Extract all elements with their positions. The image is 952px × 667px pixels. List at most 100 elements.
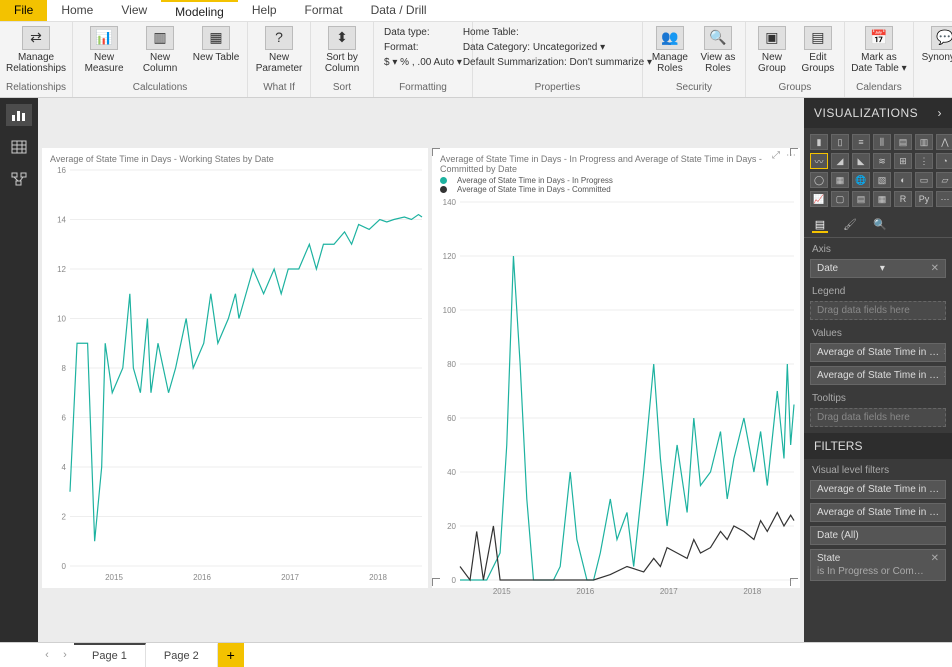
remove-icon[interactable]: ✕ [943,370,946,381]
viz-area-icon[interactable]: ◢ [831,153,849,169]
new-table-button[interactable]: ▦New Table [191,24,241,63]
chart-in-progress-committed[interactable]: ⤢ ⋯ Average of State Time in Days - In P… [432,148,800,588]
view-as-roles-button[interactable]: 🔍View as Roles [697,24,739,74]
svg-text:140: 140 [443,198,457,207]
menu-tab-view[interactable]: View [107,0,161,21]
viz-donut-icon[interactable]: ◯ [810,172,828,188]
page-tab-2[interactable]: Page 2 [146,643,218,667]
group-label-security: Security [676,80,712,95]
focus-mode-icon[interactable]: ⤢ [772,150,780,161]
data-category-dropdown[interactable]: Data Category: Uncategorized ▾ [459,41,656,54]
value-field-2[interactable]: Average of State Time in …✕ [810,366,946,385]
viz-multi-card-icon[interactable]: ▱ [936,172,952,188]
legend-well[interactable]: Drag data fields here [810,301,946,320]
menu-tab-file[interactable]: File [0,0,47,21]
remove-icon[interactable]: ✕ [931,553,939,564]
menu-tab-format[interactable]: Format [291,0,357,21]
filter-2[interactable]: Average of State Time in … [810,503,946,522]
viz-card-icon[interactable]: ▭ [915,172,933,188]
viz-clustered-column-icon[interactable]: ⫼ [873,134,891,150]
chart-working-states[interactable]: Average of State Time in Days - Working … [42,148,428,588]
viz-slicer-icon[interactable]: ▢ [831,191,849,207]
viz-map-icon[interactable]: 🌐 [852,172,870,188]
svg-text:2017: 2017 [660,587,678,596]
model-icon [11,172,27,186]
filter-state[interactable]: State✕ is In Progress or Com… [810,549,946,581]
new-parameter-button[interactable]: ?New Parameter [254,24,304,74]
new-column-button[interactable]: ▥New Column [135,24,185,74]
default-summarization-dropdown[interactable]: Default Summarization: Don't summarize ▾ [459,56,656,69]
new-group-button[interactable]: ▣New Group [752,24,792,74]
new-group-label: New Group [752,52,792,74]
remove-icon[interactable]: ✕ [943,347,946,358]
chevron-down-icon[interactable]: ▾ [880,263,885,274]
page-next-button[interactable]: › [56,643,74,667]
selection-handle[interactable] [790,148,800,158]
menu-tab-home[interactable]: Home [47,0,107,21]
viz-treemap-icon[interactable]: ▦ [831,172,849,188]
edit-groups-button[interactable]: ▤Edit Groups [798,24,838,74]
selection-handle[interactable] [432,148,442,158]
viz-100-bar-icon[interactable]: ▤ [894,134,912,150]
viz-ribbon-icon[interactable]: ≋ [873,153,891,169]
viz-gauge-icon[interactable]: ◐ [894,172,912,188]
home-table-dropdown[interactable]: Home Table: [459,26,656,39]
selection-handle[interactable] [432,578,442,588]
value-field-1[interactable]: Average of State Time in …✕ [810,343,946,362]
report-canvas[interactable]: Average of State Time in Days - Working … [38,98,804,642]
viz-scatter-icon[interactable]: ⋮ [915,153,933,169]
visualizations-header[interactable]: VISUALIZATIONS › [804,98,952,128]
axis-field-date[interactable]: Date▾✕ [810,259,946,278]
tooltips-well[interactable]: Drag data fields here [810,408,946,427]
menu-tab-modeling[interactable]: Modeling [161,0,238,21]
model-view-button[interactable] [6,168,32,190]
data-view-button[interactable] [6,136,32,158]
add-page-button[interactable]: + [218,643,244,667]
synonyms-button[interactable]: 💬Synonyms [920,24,952,63]
analytics-tab[interactable]: 🔍 [872,217,888,233]
filters-header[interactable]: FILTERS [804,433,952,459]
menu-tab-help[interactable]: Help [238,0,291,21]
svg-text:2016: 2016 [193,573,211,582]
filter-2-label: Average of State Time in … [817,507,939,518]
viz-r-icon[interactable]: R [894,191,912,207]
format-dropdown[interactable]: Format: [380,41,466,54]
filter-1[interactable]: Average of State Time in … [810,480,946,499]
chart2-title: Average of State Time in Days - In Progr… [432,148,800,176]
menu-tabs: File Home View Modeling Help Format Data… [0,0,952,22]
page-prev-button[interactable]: ‹ [38,643,56,667]
viz-kpi-icon[interactable]: 📈 [810,191,828,207]
page-tab-1[interactable]: Page 1 [74,643,146,667]
viz-matrix-icon[interactable]: ▦ [873,191,891,207]
viz-line-combo-icon[interactable]: ⋀ [936,134,952,150]
new-measure-button[interactable]: 📊New Measure [79,24,129,74]
group-label-relationships: Relationships [6,80,66,95]
chevron-right-icon[interactable]: › [938,106,943,120]
manage-relationships-button[interactable]: ⇄Manage Relationships [11,24,61,74]
format-tab[interactable]: 🖌 [842,217,858,233]
menu-tab-datadrill[interactable]: Data / Drill [357,0,441,21]
viz-table-viz-icon[interactable]: ▤ [852,191,870,207]
format-options-row[interactable]: $ ▾ % , .00 Auto ▾ [380,56,466,69]
data-type-dropdown[interactable]: Data type: [380,26,466,39]
selection-handle[interactable] [790,578,800,588]
fields-tab[interactable]: ▤ [812,217,828,233]
svg-text:20: 20 [447,522,456,531]
viz-import-icon[interactable]: ⋯ [936,191,952,207]
report-view-button[interactable] [6,104,32,126]
viz-stacked-bar-icon[interactable]: ▮ [810,134,828,150]
remove-icon[interactable]: ✕ [931,263,939,274]
viz-stacked-area-icon[interactable]: ◣ [852,153,870,169]
viz-py-icon[interactable]: Py [915,191,933,207]
viz-waterfall-icon[interactable]: ⊞ [894,153,912,169]
sort-by-column-button[interactable]: ⬍Sort by Column [317,24,367,74]
viz-pie-icon[interactable]: ◔ [936,153,952,169]
viz-stacked-column-icon[interactable]: ▯ [831,134,849,150]
viz-clustered-bar-icon[interactable]: ≡ [852,134,870,150]
viz-line-chart-icon[interactable]: 〰 [810,153,828,169]
mark-as-date-table-button[interactable]: 📅Mark as Date Table ▾ [851,24,907,74]
manage-roles-button[interactable]: 👥Manage Roles [649,24,691,74]
viz-filled-map-icon[interactable]: ▧ [873,172,891,188]
viz-100-column-icon[interactable]: ▥ [915,134,933,150]
filter-date[interactable]: Date (All) [810,526,946,545]
